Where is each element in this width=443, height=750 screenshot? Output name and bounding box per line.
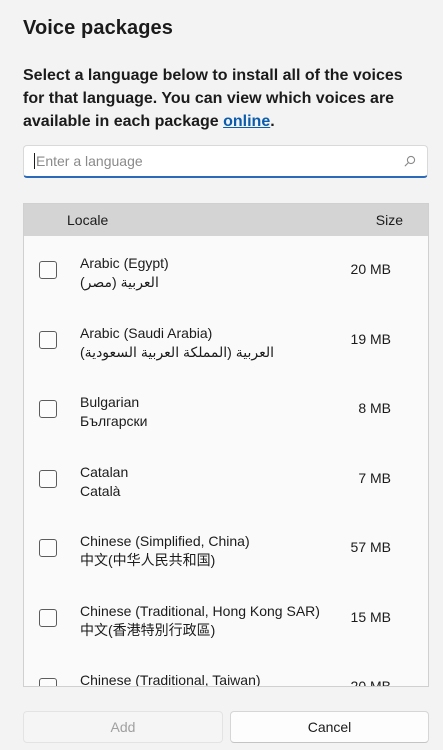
voice-packages-dialog: Voice packages Select a language below t… bbox=[0, 0, 443, 750]
row-size: 20 MB bbox=[350, 261, 391, 277]
table-row[interactable]: Chinese (Traditional, Hong Kong SAR) 中文(… bbox=[24, 584, 428, 654]
table-header: Locale Size bbox=[24, 204, 428, 236]
row-size: 8 MB bbox=[358, 400, 391, 416]
row-checkbox[interactable] bbox=[39, 400, 57, 418]
row-size: 7 MB bbox=[358, 469, 391, 486]
locale-native-name: 中文(中华人民共和国) bbox=[80, 552, 216, 568]
locale-name: Chinese (Traditional, Hong Kong SAR) bbox=[80, 602, 320, 619]
table-row[interactable]: Chinese (Simplified, China) 中文(中华人民共和国) … bbox=[24, 514, 428, 584]
search-icon[interactable] bbox=[403, 154, 417, 168]
locale-native-name: Български bbox=[80, 413, 148, 429]
row-locale: Chinese (Simplified, China) 中文(中华人民共和国) bbox=[80, 532, 250, 570]
row-locale: Catalan Català bbox=[80, 463, 128, 501]
language-search-input[interactable] bbox=[36, 153, 403, 169]
row-locale: Chinese (Traditional, Hong Kong SAR) 中文(… bbox=[80, 602, 320, 640]
table-row[interactable]: Chinese (Traditional, Taiwan) 20 MB bbox=[24, 653, 428, 687]
locale-native-name: 中文(香港特別行政區) bbox=[80, 621, 216, 638]
table-row[interactable]: Arabic (Saudi Arabia) العربية (المملكة ا… bbox=[24, 306, 428, 376]
locale-native-name: Català bbox=[80, 482, 121, 499]
row-checkbox[interactable] bbox=[39, 678, 57, 686]
table-row[interactable]: Catalan Català 7 MB bbox=[24, 445, 428, 515]
table-row[interactable]: Arabic (Egypt) العربية (مصر) 20 MB bbox=[24, 236, 428, 306]
locale-name: Arabic (Saudi Arabia) bbox=[80, 324, 213, 341]
row-locale: Bulgarian Български bbox=[80, 393, 147, 431]
online-link[interactable]: online bbox=[223, 113, 270, 130]
text-cursor bbox=[34, 153, 35, 169]
column-header-locale[interactable]: Locale bbox=[67, 212, 108, 228]
row-checkbox[interactable] bbox=[39, 330, 57, 349]
row-checkbox[interactable] bbox=[39, 261, 57, 279]
voice-packages-table: Locale Size Arabic (Egypt) العربية (مصر)… bbox=[23, 203, 429, 687]
column-header-size[interactable]: Size bbox=[376, 212, 403, 228]
cancel-button[interactable]: Cancel bbox=[230, 711, 429, 743]
row-checkbox[interactable] bbox=[39, 608, 57, 627]
row-size: 15 MB bbox=[350, 608, 391, 625]
row-size: 57 MB bbox=[350, 539, 391, 555]
locale-native-name: العربية (المملكة العربية السعودية) bbox=[80, 343, 274, 360]
language-search-box[interactable] bbox=[23, 145, 428, 178]
locale-name: Arabic (Egypt) bbox=[80, 255, 169, 271]
locale-name: Chinese (Simplified, China) bbox=[80, 533, 250, 549]
row-checkbox[interactable] bbox=[39, 539, 57, 557]
row-size: 19 MB bbox=[350, 330, 391, 347]
table-row[interactable]: Bulgarian Български 8 MB bbox=[24, 375, 428, 445]
description-text: Select a language below to install all o… bbox=[23, 67, 403, 130]
locale-native-name: العربية (مصر) bbox=[80, 274, 159, 290]
locale-name: Bulgarian bbox=[80, 394, 140, 410]
row-locale: Chinese (Traditional, Taiwan) bbox=[80, 671, 261, 687]
locale-name: Catalan bbox=[80, 463, 129, 480]
row-size: 20 MB bbox=[350, 678, 391, 687]
row-locale: Arabic (Saudi Arabia) العربية (المملكة ا… bbox=[80, 324, 274, 362]
locale-name: Chinese (Traditional, Taiwan) bbox=[80, 672, 261, 687]
row-checkbox[interactable] bbox=[39, 469, 57, 488]
table-rows: Arabic (Egypt) العربية (مصر) 20 MB Arabi… bbox=[24, 236, 428, 687]
dialog-title: Voice packages bbox=[23, 17, 174, 39]
row-locale: Arabic (Egypt) العربية (مصر) bbox=[80, 254, 169, 292]
add-button[interactable]: Add bbox=[23, 711, 223, 743]
description-period: . bbox=[270, 113, 275, 130]
dialog-description: Select a language below to install all o… bbox=[23, 64, 423, 133]
